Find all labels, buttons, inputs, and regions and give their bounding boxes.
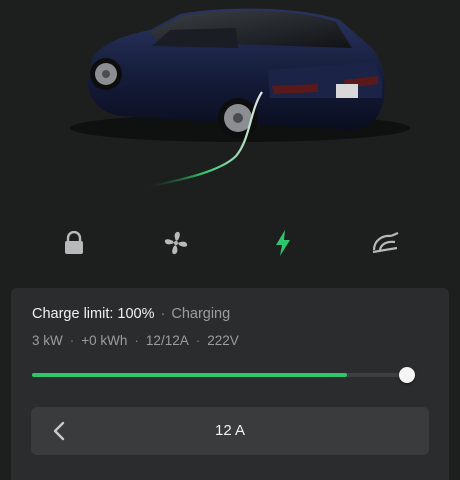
tab-lock[interactable] bbox=[52, 222, 96, 264]
fan-icon bbox=[164, 231, 188, 255]
separator-dot: · bbox=[160, 306, 166, 322]
charge-stats-line: 3 kW · +0 kWh · 12/12A · 222V bbox=[32, 333, 239, 348]
tab-wipers[interactable] bbox=[364, 222, 408, 264]
separator-dot: · bbox=[195, 333, 201, 348]
chevron-left-icon bbox=[53, 421, 65, 441]
charging-status-text: Charging bbox=[171, 306, 231, 322]
separator-dot: · bbox=[134, 333, 139, 348]
charge-limit-label: Charge limit: 100% bbox=[32, 306, 155, 322]
control-tab-bar bbox=[0, 222, 460, 264]
battery-level-fill bbox=[32, 373, 347, 377]
car-rear-three-quarter-image bbox=[0, 0, 460, 200]
tab-charging[interactable] bbox=[261, 222, 305, 264]
lock-icon bbox=[65, 231, 83, 254]
wiper-icon bbox=[372, 231, 399, 254]
charge-limit-slider[interactable] bbox=[32, 366, 415, 384]
tab-climate[interactable] bbox=[154, 222, 198, 264]
charging-panel: Charge limit: 100% · Charging 3 kW · +0 kWh ·… bbox=[11, 288, 449, 480]
amperage-value: 12 A bbox=[214, 422, 246, 439]
lightning-bolt-icon bbox=[276, 230, 290, 256]
charge-current: 12/12A bbox=[145, 333, 189, 348]
charge-status-line: Charge limit: 100% · Charging bbox=[32, 306, 230, 322]
charge-voltage: 222V bbox=[207, 333, 239, 348]
charge-limit-handle[interactable] bbox=[399, 367, 415, 383]
charge-power: 3 kW bbox=[32, 333, 63, 348]
energy-added: +0 kWh bbox=[81, 333, 128, 348]
app-screen: Charge limit: 100% · Charging 3 kW · +0 kWh ·… bbox=[0, 0, 460, 480]
amperage-stepper: 12 A bbox=[31, 407, 429, 455]
decrease-amperage-button[interactable] bbox=[31, 407, 87, 455]
separator-dot: · bbox=[69, 333, 75, 348]
